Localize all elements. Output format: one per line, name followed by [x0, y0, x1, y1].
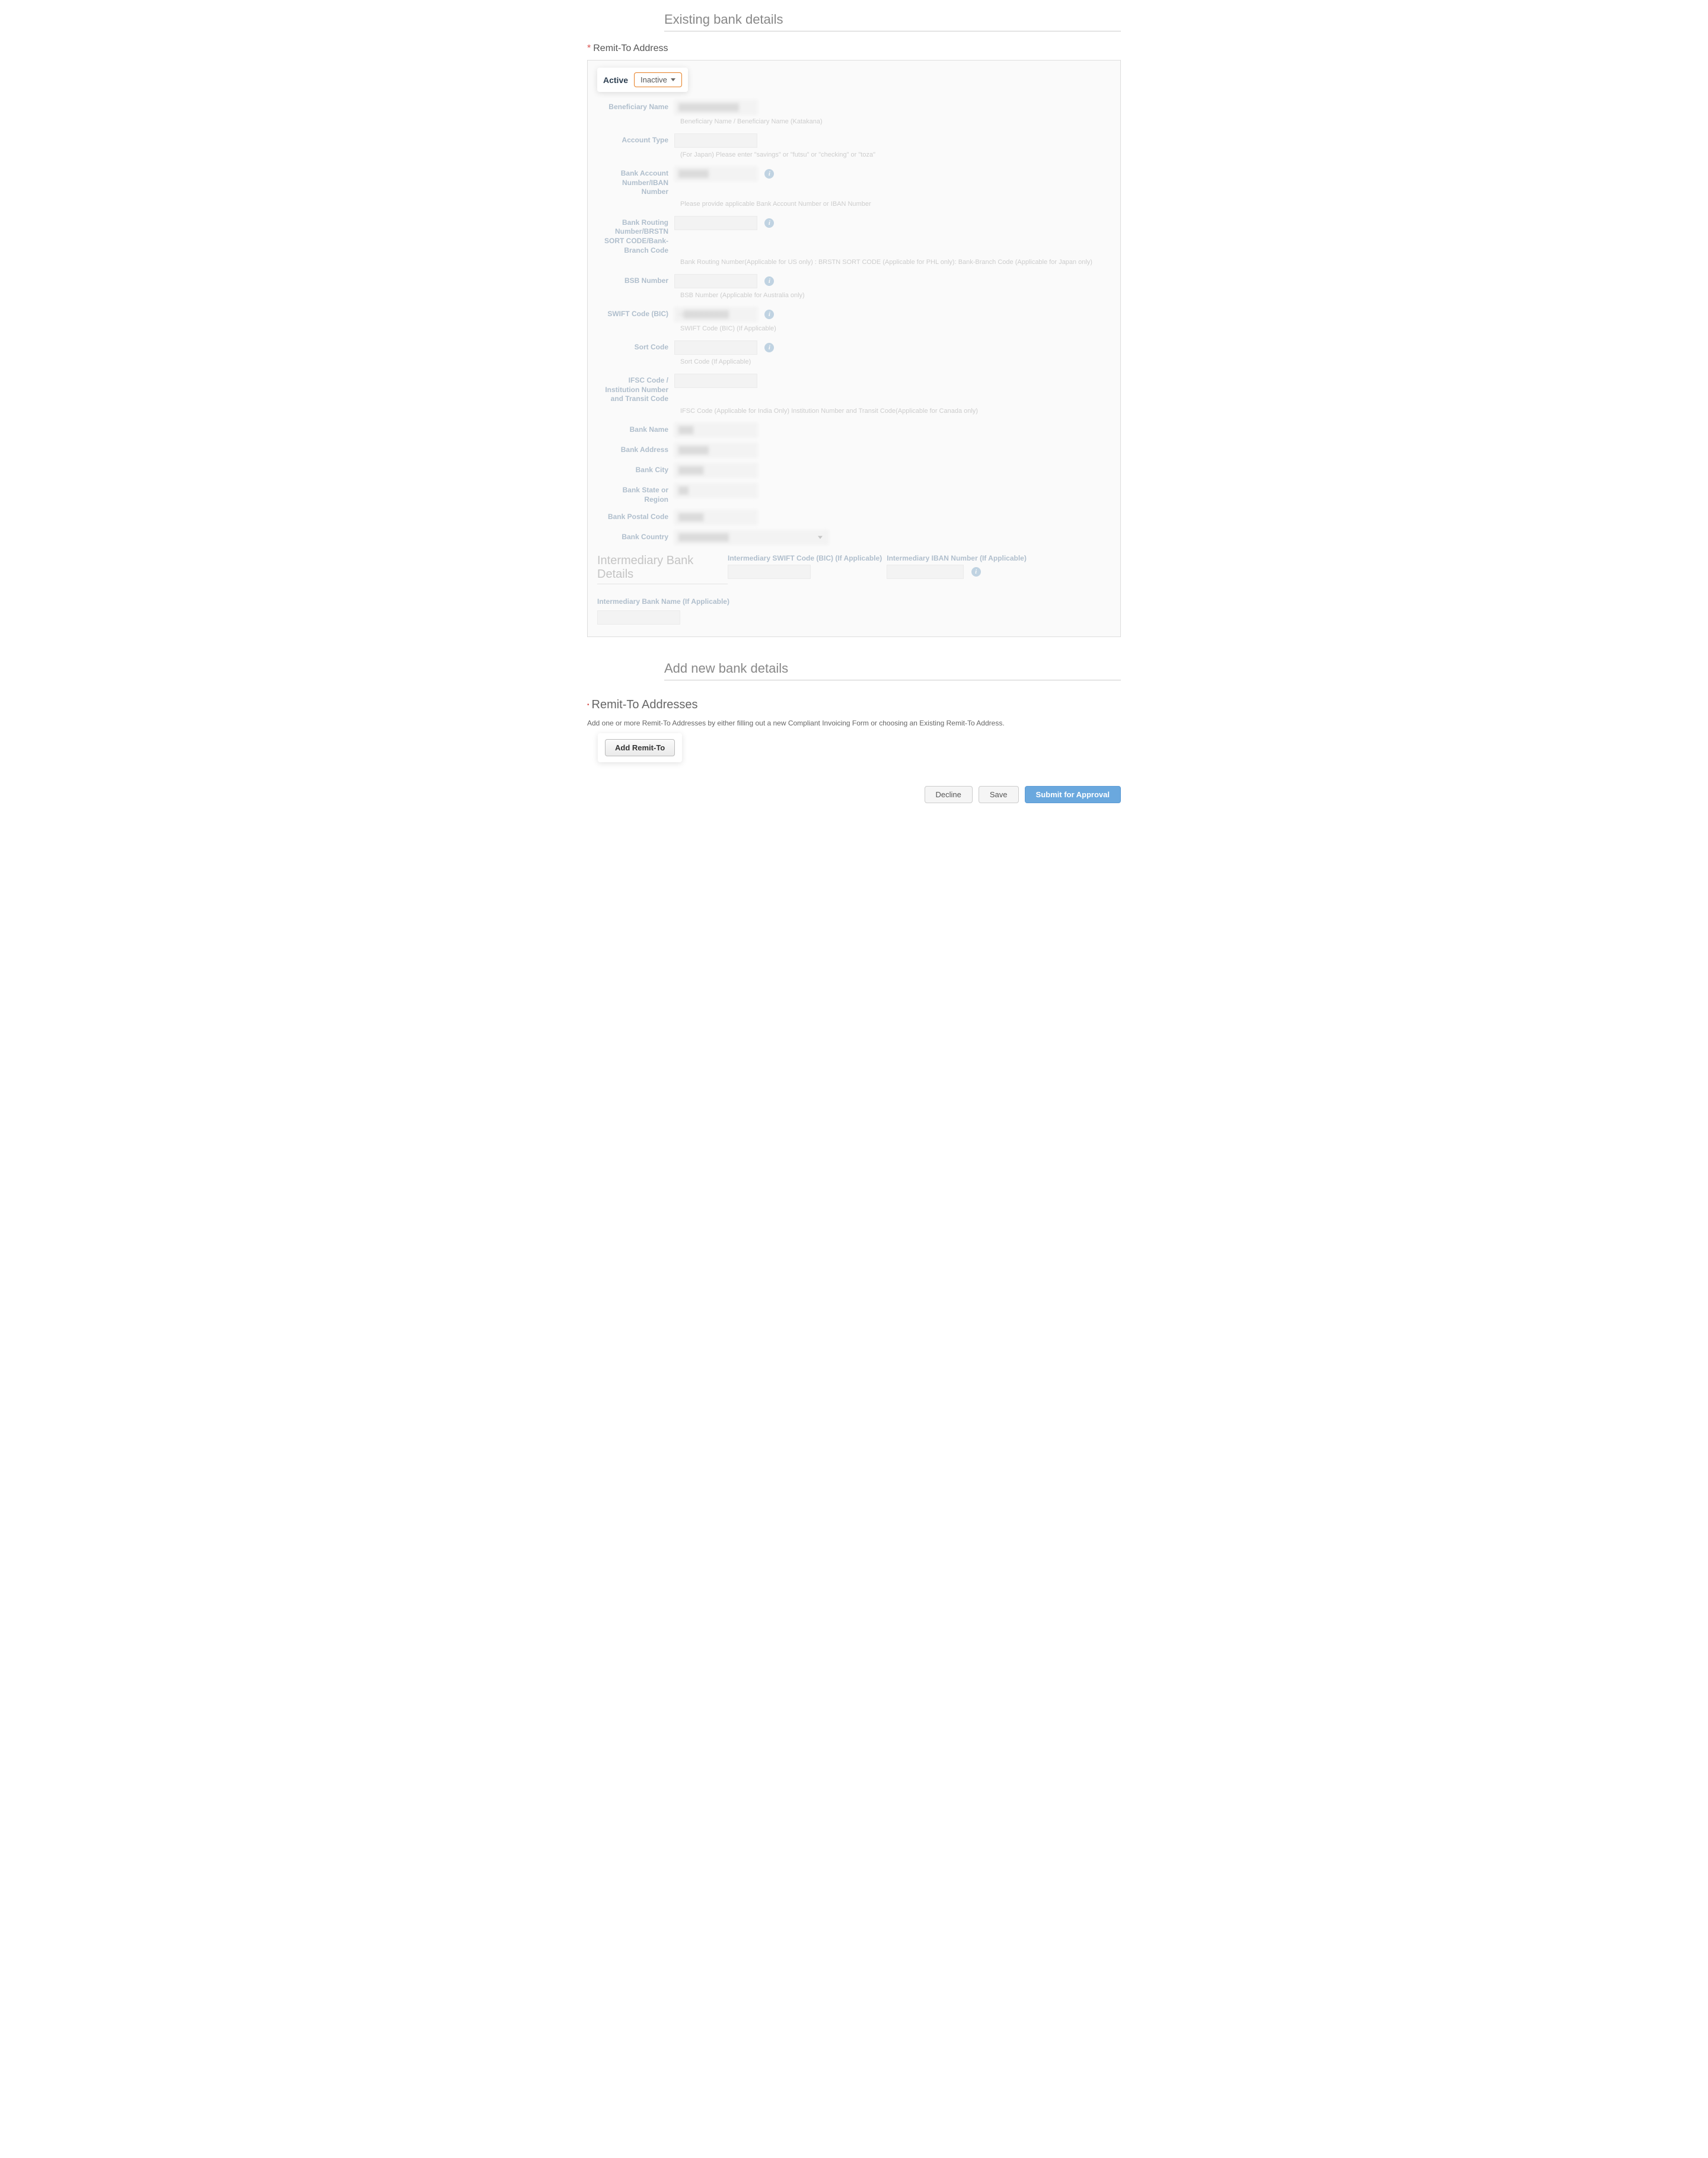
account-type-input[interactable] [674, 133, 757, 148]
decline-button[interactable]: Decline [925, 786, 973, 803]
add-remit-highlight: Add Remit-To [598, 733, 682, 762]
bank-city-input[interactable] [674, 463, 757, 478]
bank-country-label: Bank Country [597, 530, 674, 542]
add-remit-to-button[interactable]: Add Remit-To [605, 739, 675, 756]
intermediary-swift-label: Intermediary SWIFT Code (BIC) (If Applic… [728, 554, 882, 562]
routing-label: Bank Routing Number/BRSTN SORT CODE/Bank… [597, 216, 674, 255]
tab-active[interactable]: Active [603, 75, 628, 85]
sort-code-label: Sort Code [597, 340, 674, 352]
ifsc-helper: IFSC Code (Applicable for India Only) In… [680, 408, 1111, 415]
tab-inactive-dropdown[interactable]: Inactive [634, 72, 682, 87]
remit-to-addresses-header: •Remit-To Addresses [587, 698, 1121, 712]
remit-to-address-text: Remit-To Address [593, 43, 668, 53]
bank-state-input[interactable] [674, 483, 757, 498]
sort-code-input[interactable] [674, 340, 757, 355]
intermediary-iban-label: Intermediary IBAN Number (If Applicable) [887, 554, 1027, 562]
bank-country-select[interactable] [674, 530, 828, 545]
bank-city-label: Bank City [597, 463, 674, 475]
bullet-icon: • [587, 702, 589, 708]
required-asterisk: * [587, 43, 591, 53]
bsb-input[interactable] [674, 274, 757, 288]
intermediary-header: Intermediary Bank Details [597, 554, 728, 584]
swift-label: SWIFT Code (BIC) [597, 307, 674, 319]
routing-helper: Bank Routing Number(Applicable for US on… [680, 259, 1111, 266]
intermediary-swift-input[interactable] [728, 565, 811, 579]
save-button[interactable]: Save [979, 786, 1019, 803]
info-icon[interactable]: i [764, 276, 774, 286]
bank-state-label: Bank State or Region [597, 483, 674, 504]
ifsc-label: IFSC Code / Institution Number and Trans… [597, 374, 674, 404]
intermediary-iban-input[interactable] [887, 565, 964, 579]
info-icon[interactable]: i [764, 310, 774, 319]
account-type-label: Account Type [597, 133, 674, 145]
submit-for-approval-button[interactable]: Submit for Approval [1025, 786, 1121, 803]
bank-account-number-input[interactable] [674, 167, 757, 181]
info-icon[interactable]: i [764, 218, 774, 228]
beneficiary-name-helper: Beneficiary Name / Beneficiary Name (Kat… [680, 118, 1111, 125]
info-icon[interactable]: i [764, 169, 774, 179]
bank-account-number-helper: Please provide applicable Bank Account N… [680, 200, 1111, 208]
info-icon[interactable]: i [764, 343, 774, 352]
beneficiary-name-label: Beneficiary Name [597, 100, 674, 112]
bsb-label: BSB Number [597, 274, 674, 286]
remit-to-description: Add one or more Remit-To Addresses by ei… [587, 719, 1121, 727]
info-icon[interactable]: i [971, 567, 981, 577]
bsb-helper: BSB Number (Applicable for Australia onl… [680, 292, 1111, 299]
bank-name-input[interactable] [674, 423, 757, 437]
routing-input[interactable] [674, 216, 757, 230]
bank-details-panel: Active Inactive Beneficiary Name Benefic… [587, 60, 1121, 637]
sort-code-helper: Sort Code (If Applicable) [680, 358, 1111, 365]
bank-address-input[interactable] [674, 443, 757, 457]
bank-postal-input[interactable] [674, 510, 757, 524]
chevron-down-icon [671, 78, 675, 81]
bank-postal-label: Bank Postal Code [597, 510, 674, 522]
swift-helper: SWIFT Code (BIC) (If Applicable) [680, 325, 1111, 332]
tab-inactive-label: Inactive [640, 75, 667, 84]
remit-to-addresses-text: Remit-To Addresses [592, 698, 698, 711]
beneficiary-name-input[interactable] [674, 100, 757, 114]
existing-bank-header: Existing bank details [664, 12, 1121, 31]
bank-account-number-label: Bank Account Number/IBAN Number [597, 167, 674, 197]
intermediary-name-input[interactable] [597, 610, 680, 625]
intermediary-name-label: Intermediary Bank Name (If Applicable) [597, 597, 1111, 606]
add-new-bank-header: Add new bank details [664, 661, 1121, 680]
bank-name-label: Bank Name [597, 423, 674, 435]
footer-buttons: Decline Save Submit for Approval [587, 786, 1121, 803]
remit-to-address-label: *Remit-To Address [587, 43, 1121, 54]
bank-address-label: Bank Address [597, 443, 674, 455]
swift-input[interactable] [674, 307, 757, 322]
status-tabs-highlight: Active Inactive [597, 68, 688, 92]
ifsc-input[interactable] [674, 374, 757, 388]
account-type-helper: (For Japan) Please enter "savings" or "f… [680, 151, 1111, 158]
